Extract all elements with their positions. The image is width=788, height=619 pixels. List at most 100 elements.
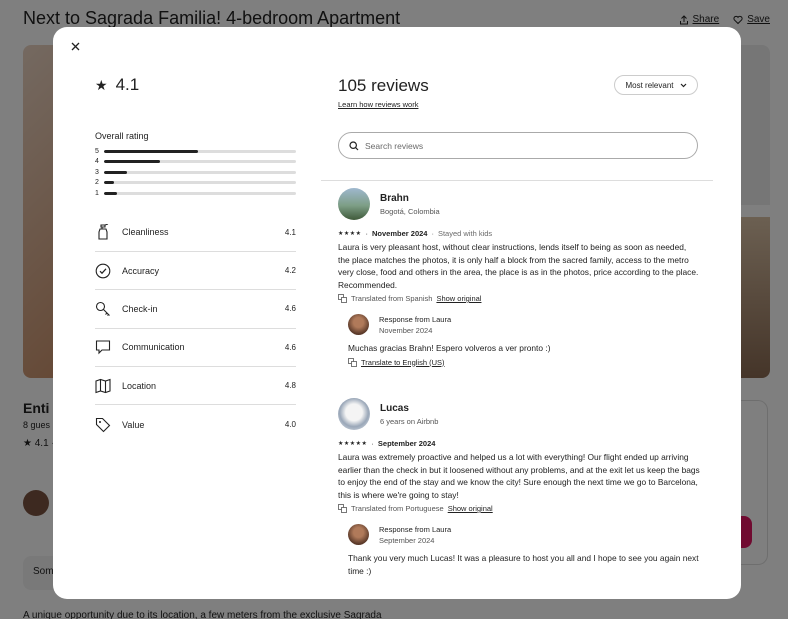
response-text: Thank you very much Lucas! It was a plea… xyxy=(348,553,699,576)
review-stay-type: Stayed with kids xyxy=(437,229,493,238)
category-label: Accuracy xyxy=(122,265,160,276)
translate-icon xyxy=(338,504,347,513)
review-text: Laura is very pleasant host, without cle… xyxy=(338,242,699,290)
reviews-title: 105 reviews xyxy=(338,76,429,95)
response-title: Response from Laura xyxy=(379,314,452,324)
category-value: 4.2 xyxy=(284,266,296,276)
category-label: Communication xyxy=(122,342,185,353)
chevron-down-icon xyxy=(680,83,686,87)
category-location: Location 4.8 xyxy=(95,367,296,406)
reviewer-location: Bogotá, Colombia xyxy=(380,206,440,216)
category-ratings: Cleanliness 4.1 Accuracy 4.2 Check-in 4.6 Comm… xyxy=(95,214,296,444)
review-item: Brahn Bogotá, Colombia ★★★★ · November 2… xyxy=(338,188,700,367)
rating-bar-label: 2 xyxy=(95,179,99,187)
review-header: Lucas 6 years on Airbnb xyxy=(338,398,700,430)
avatar[interactable] xyxy=(338,398,370,430)
category-accuracy: Accuracy 4.2 xyxy=(95,252,296,291)
translate-link[interactable]: Translate to English (US) xyxy=(361,358,445,367)
rating-bar-track xyxy=(104,170,296,174)
show-original-link[interactable]: Show original xyxy=(448,504,493,513)
review-date: September 2024 xyxy=(377,439,436,448)
category-value: 4.6 xyxy=(284,342,296,352)
response-text: Muchas gracias Brahn! Espero volveros a … xyxy=(348,343,551,353)
rating-bar-row: 1 xyxy=(95,188,296,199)
response-date: November 2024 xyxy=(379,325,433,335)
rating-bar-label: 4 xyxy=(95,158,99,166)
search-input[interactable] xyxy=(365,140,665,151)
host-response: Response from Laura September 2024 Thank… xyxy=(348,524,700,577)
rating-bar-fill xyxy=(104,149,199,153)
rating-bar-row: 4 xyxy=(95,157,296,168)
learn-reviews-link[interactable]: Learn how reviews work xyxy=(338,100,418,109)
divider xyxy=(321,180,713,181)
sort-dropdown[interactable]: Most relevant xyxy=(614,75,698,95)
rating-bar-track xyxy=(104,160,296,164)
map-icon xyxy=(95,378,111,394)
rating-bar-fill xyxy=(104,170,128,174)
rating-bar-track xyxy=(104,149,296,153)
category-value: 4.1 xyxy=(284,227,296,237)
average-rating-value: 4.1 xyxy=(115,75,140,94)
response-date: September 2024 xyxy=(379,535,435,545)
review-meta: ★★★★★ · September 2024 xyxy=(338,439,436,448)
category-label: Cleanliness xyxy=(122,227,169,238)
category-label: Value xyxy=(122,419,145,430)
host-avatar[interactable] xyxy=(348,314,369,335)
category-value: 4.0 xyxy=(284,420,296,430)
key-icon xyxy=(95,301,111,317)
rating-distribution: 5 4 3 2 1 xyxy=(95,146,296,199)
rating-bar-fill xyxy=(104,160,160,164)
rating-bar-track xyxy=(104,181,296,185)
translated-label: Translated from Spanish xyxy=(351,294,433,303)
translation-note: Translated from Spanish Show original xyxy=(338,294,700,303)
sort-label: Most relevant xyxy=(625,80,674,90)
rating-bar-row: 3 xyxy=(95,167,296,178)
close-button[interactable] xyxy=(67,39,83,55)
translated-label: Translated from Portuguese xyxy=(351,504,444,513)
response-title: Response from Laura xyxy=(379,524,452,534)
check-circle-icon xyxy=(95,263,111,279)
review-text: Laura was extremely proactive and helped… xyxy=(338,452,700,500)
reviewer-tenure: 6 years on Airbnb xyxy=(380,416,439,426)
tag-icon xyxy=(95,417,111,433)
translate-icon xyxy=(338,294,347,303)
rating-bar-row: 2 xyxy=(95,178,296,189)
close-icon xyxy=(71,42,79,51)
spray-bottle-icon xyxy=(95,224,111,240)
review-stars: ★★★★★ xyxy=(338,441,368,447)
review-meta: ★★★★ · November 2024 · Stayed with kids xyxy=(338,229,493,238)
rating-bar-label: 3 xyxy=(95,168,99,176)
rating-bar-track xyxy=(104,191,296,195)
avatar[interactable] xyxy=(338,188,370,220)
category-communication: Communication 4.6 xyxy=(95,329,296,368)
reviewer-name: Brahn xyxy=(380,192,409,204)
reviews-panel: 105 reviews Learn how reviews work Most … xyxy=(321,27,741,599)
overall-rating-label: Overall rating xyxy=(95,131,149,141)
search-reviews[interactable] xyxy=(338,132,698,159)
category-value: 4.6 xyxy=(284,304,296,314)
category-label: Check-in xyxy=(122,303,158,314)
rating-bar-row: 5 xyxy=(95,146,296,157)
show-original-link[interactable]: Show original xyxy=(436,294,481,303)
search-icon xyxy=(349,140,359,150)
message-icon xyxy=(95,339,111,355)
rating-bar-fill xyxy=(104,191,118,195)
host-avatar[interactable] xyxy=(348,524,369,545)
rating-bar-label: 5 xyxy=(95,147,99,155)
translation-note: Translated from Portuguese Show original xyxy=(338,504,700,513)
review-header: Brahn Bogotá, Colombia xyxy=(338,188,700,220)
translate-icon xyxy=(348,357,357,367)
response-translate: Translate to English (US) xyxy=(348,358,700,367)
reviewer-name: Lucas xyxy=(380,402,409,414)
rating-bar-label: 1 xyxy=(95,189,99,197)
star-icon: ★ xyxy=(95,76,108,93)
category-label: Location xyxy=(122,380,157,391)
rating-bar-fill xyxy=(104,181,114,185)
category-value: 4.8 xyxy=(284,381,296,391)
category-cleanliness: Cleanliness 4.1 xyxy=(95,214,296,252)
rating-summary: ★ 4.1 Overall rating 5 4 3 2 1 Cleanliness 4.… xyxy=(95,75,296,444)
review-item: Lucas 6 years on Airbnb ★★★★★ · Septembe… xyxy=(338,398,700,577)
average-rating: ★ 4.1 xyxy=(95,75,296,95)
host-response: Response from Laura November 2024 Muchas… xyxy=(348,314,700,367)
reviews-modal: ★ 4.1 Overall rating 5 4 3 2 1 Cleanliness 4.… xyxy=(53,27,741,599)
